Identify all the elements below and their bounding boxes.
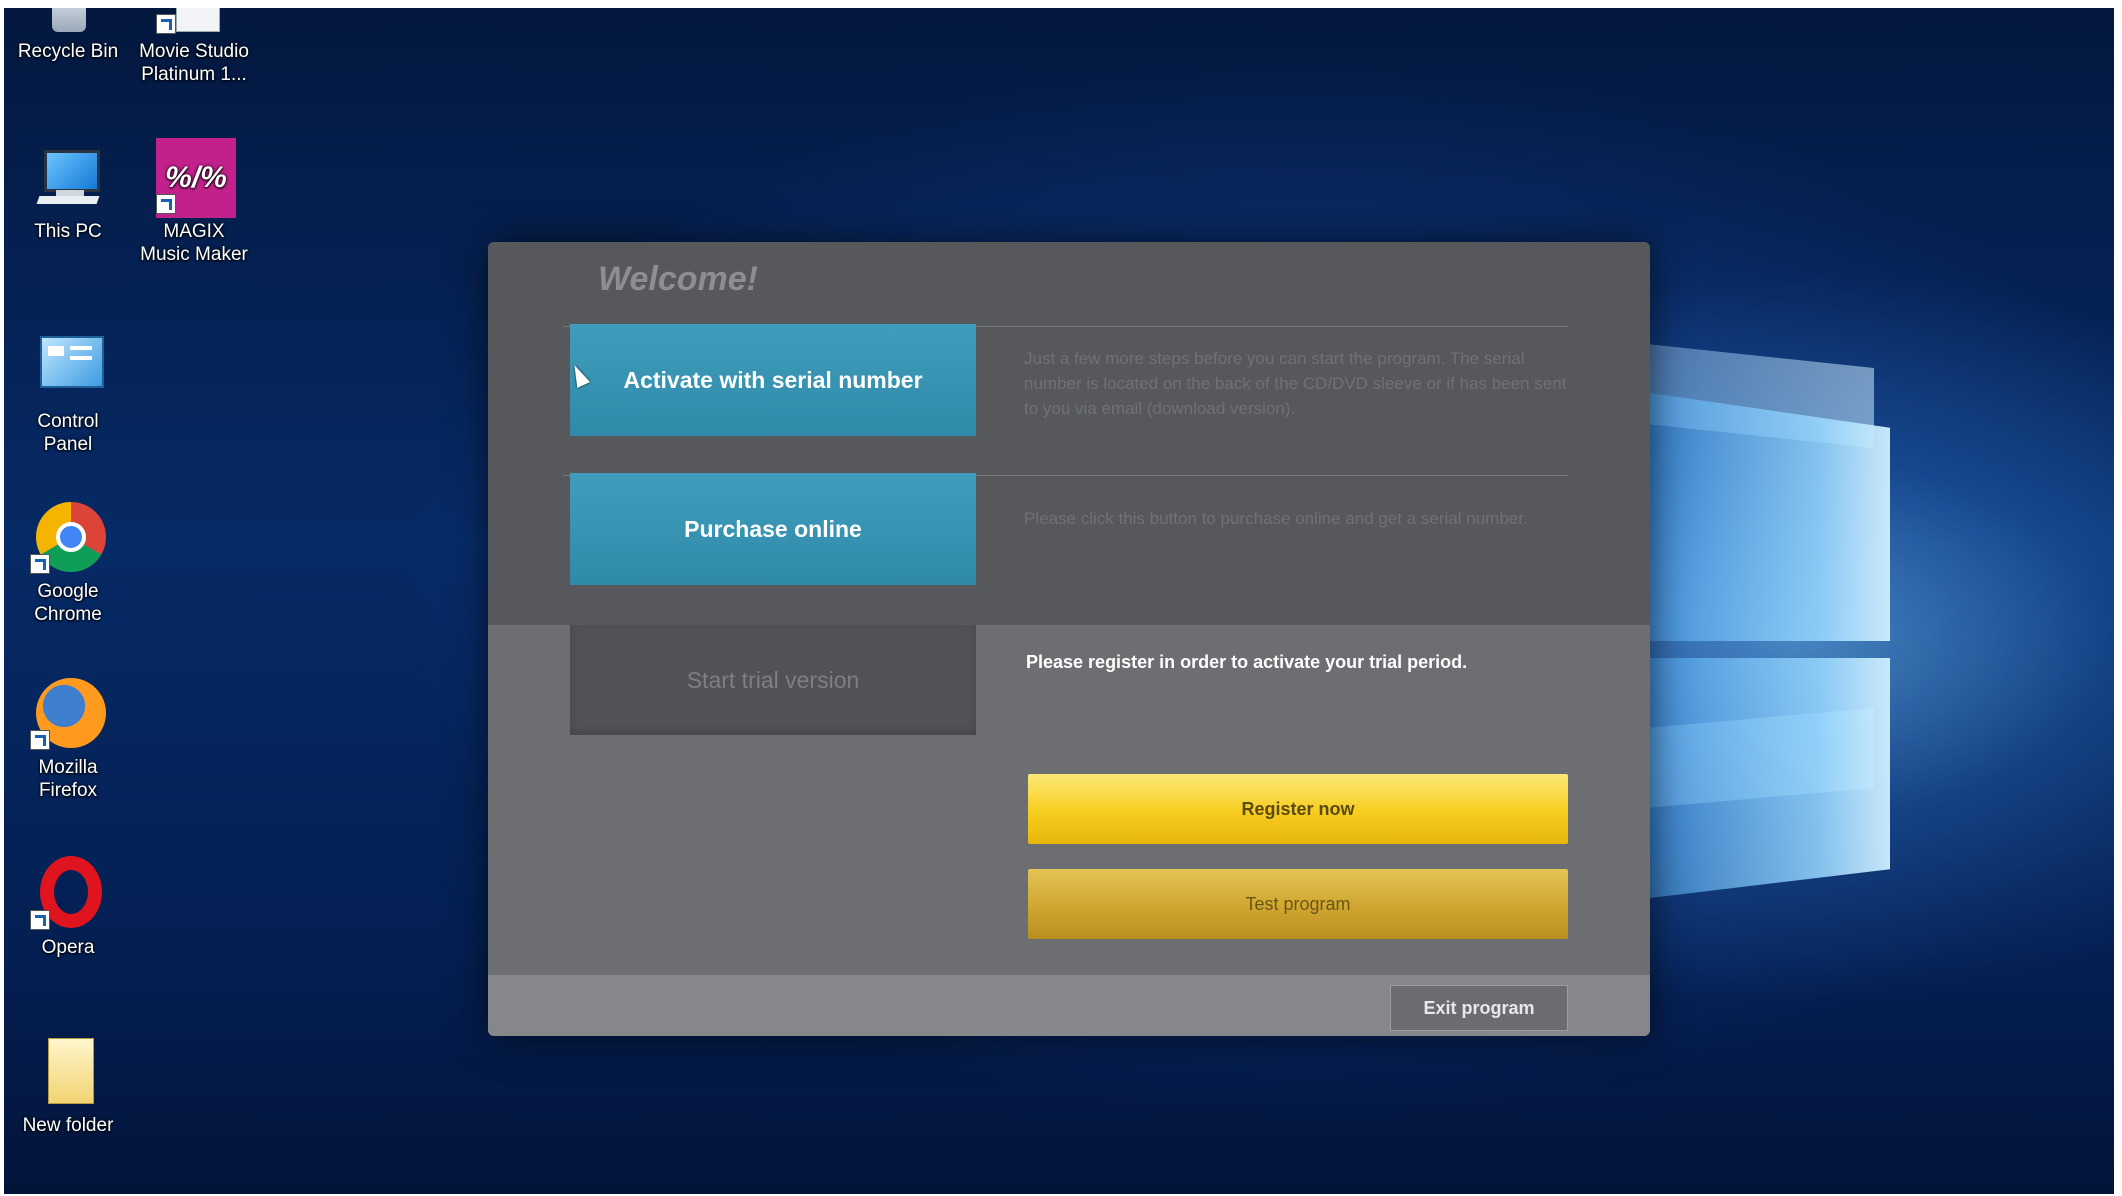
movie-studio-icon <box>156 8 232 34</box>
activate-serial-button[interactable]: Activate with serial number <box>570 324 976 436</box>
start-trial-button[interactable]: Start trial version <box>570 625 976 735</box>
desktop-icon-new-folder[interactable]: New folder <box>8 1032 128 1137</box>
desktop-icon-movie-studio[interactable]: Movie Studio Platinum 1... <box>134 8 254 86</box>
dialog-title: Welcome! <box>598 260 758 298</box>
purchase-description: Please click this button to purchase onl… <box>1024 509 1528 528</box>
logo-pane-top <box>1650 393 1890 641</box>
desktop-icon-magix-music-maker[interactable]: %/% MAGIX Music Maker <box>134 138 254 266</box>
magix-music-maker-icon: %/% <box>156 138 236 218</box>
trial-register-message: Please register in order to activate you… <box>1026 652 1468 672</box>
opera-icon <box>30 854 106 930</box>
recycle-bin-icon <box>30 8 106 34</box>
test-program-button[interactable]: Test program <box>1028 869 1568 939</box>
control-panel-icon <box>30 328 106 404</box>
activate-description: Just a few more steps before you can sta… <box>1024 349 1567 418</box>
welcome-dialog: Welcome! Activate with serial number Jus… <box>488 242 1650 1036</box>
chrome-icon <box>30 498 106 574</box>
this-pc-icon <box>30 138 106 214</box>
desktop-icon-opera[interactable]: Opera <box>8 854 128 959</box>
desktop-icon-control-panel[interactable]: Control Panel <box>8 328 128 456</box>
desktop-icon-this-pc[interactable]: This PC <box>8 138 128 243</box>
folder-icon <box>30 1032 106 1108</box>
exit-program-button[interactable]: Exit program <box>1390 985 1568 1031</box>
desktop-icon-google-chrome[interactable]: Google Chrome <box>8 498 128 626</box>
firefox-icon <box>30 674 106 750</box>
desktop-icon-recycle-bin[interactable]: Recycle Bin <box>8 8 128 63</box>
register-now-button[interactable]: Register now <box>1028 774 1568 844</box>
desktop: Recycle Bin Movie Studio Platinum 1... T… <box>4 8 2114 1194</box>
purchase-online-button[interactable]: Purchase online <box>570 473 976 585</box>
desktop-icon-mozilla-firefox[interactable]: Mozilla Firefox <box>8 674 128 802</box>
logo-pane-bottom <box>1650 658 1890 898</box>
